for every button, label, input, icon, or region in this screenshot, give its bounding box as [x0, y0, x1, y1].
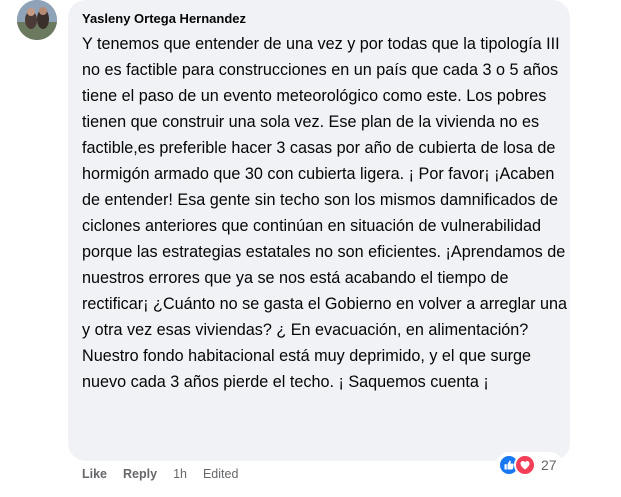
reaction-count: 27	[541, 457, 557, 473]
comment-bubble: Yasleny Ortega Hernandez Y tenemos que e…	[68, 0, 570, 461]
comment-text: Y tenemos que entender de una vez y por …	[82, 35, 572, 391]
comment-timestamp[interactable]: 1h	[173, 467, 187, 481]
edited-label[interactable]: Edited	[203, 467, 238, 481]
avatar[interactable]	[17, 0, 57, 40]
comment-actions: Like Reply 1h Edited	[82, 465, 254, 483]
reactions-summary[interactable]: 27	[496, 452, 563, 478]
avatar-image	[17, 0, 57, 40]
thread-line	[36, 0, 38, 497]
love-icon	[514, 454, 536, 476]
reply-button[interactable]: Reply	[123, 467, 157, 481]
comment-author[interactable]: Yasleny Ortega Hernandez	[82, 11, 246, 27]
like-button[interactable]: Like	[82, 467, 107, 481]
